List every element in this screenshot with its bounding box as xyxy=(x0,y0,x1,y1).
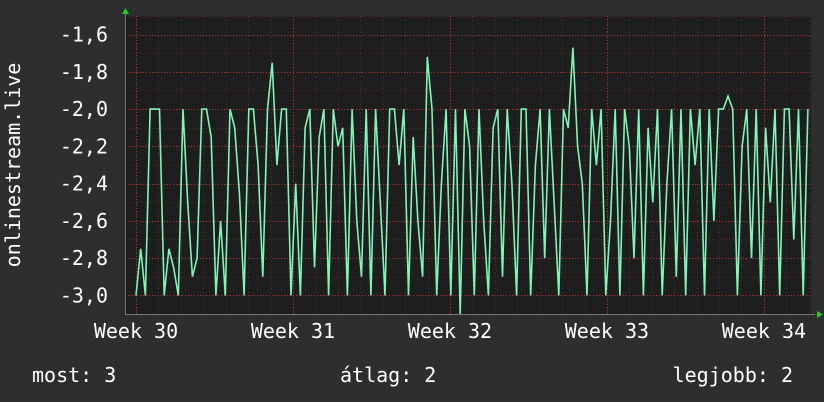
x-tick-label: Week 30 xyxy=(94,319,178,343)
x-tick-label: Week 34 xyxy=(722,319,806,343)
y-tick-label: -2,4 xyxy=(60,172,108,196)
y-tick-labels: -3,0 -2,8 -2,6 -2,4 -2,2 -2,0 -1,8 -1,6 xyxy=(60,23,108,308)
x-tick-label: Week 32 xyxy=(408,319,492,343)
y-axis-arrow-icon xyxy=(122,8,129,14)
x-tick-labels: Week 30 Week 31 Week 32 Week 33 Week 34 xyxy=(94,319,806,343)
x-tick-label: Week 31 xyxy=(251,319,335,343)
line-chart: -3,0 -2,8 -2,6 -2,4 -2,2 -2,0 -1,8 -1,6 Week 30… xyxy=(1,8,823,343)
stat-current: most: 3 xyxy=(32,363,117,387)
x-tick-label: Week 33 xyxy=(565,319,649,343)
y-tick-label: -2,6 xyxy=(60,209,108,233)
y-tick-label: -2,2 xyxy=(60,134,108,158)
y-tick-label: -2,8 xyxy=(60,246,108,270)
y-tick-label: -3,0 xyxy=(60,283,108,307)
stat-best: legjobb: 2 xyxy=(672,363,793,387)
stat-average: átlag: 2 xyxy=(340,363,437,387)
y-tick-label: -2,0 xyxy=(60,97,108,121)
x-axis-arrow-icon xyxy=(817,311,823,318)
y-tick-label: -1,8 xyxy=(60,60,108,84)
y-tick-label: -1,6 xyxy=(60,23,108,47)
y-axis-label: onlinestream.live xyxy=(1,63,25,268)
